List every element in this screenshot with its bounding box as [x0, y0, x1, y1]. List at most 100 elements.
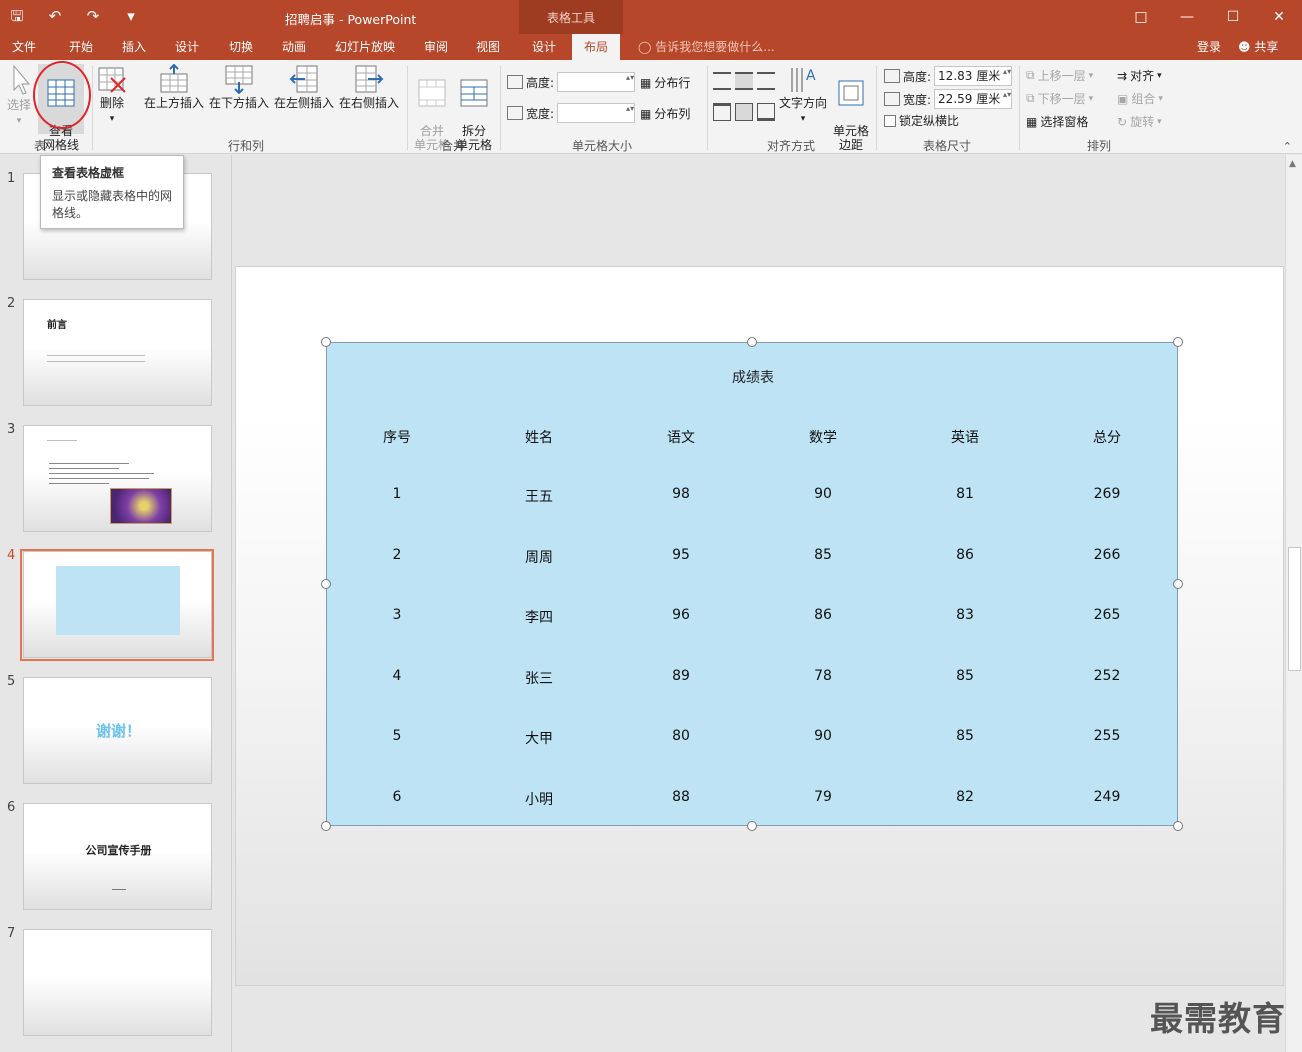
- insert-right-button[interactable]: 在右侧插入: [338, 64, 400, 110]
- table-cell[interactable]: 252: [1067, 668, 1147, 684]
- table-header-cell[interactable]: 姓名: [499, 427, 579, 447]
- table-cell[interactable]: 小明: [499, 789, 579, 809]
- table-cell[interactable]: 5: [357, 728, 437, 744]
- lock-aspect-ratio[interactable]: 锁定纵横比: [884, 112, 959, 129]
- table-cell[interactable]: 90: [783, 486, 863, 502]
- resize-handle-left[interactable]: [321, 579, 331, 589]
- selection-pane-button[interactable]: ▦ 选择窗格: [1026, 113, 1088, 130]
- align-bottom-icon[interactable]: [757, 103, 775, 121]
- slide-thumbnail-2[interactable]: 前言: [23, 299, 212, 406]
- resize-handle-top[interactable]: [747, 337, 757, 347]
- table-header-cell[interactable]: 英语: [925, 427, 1005, 447]
- table-cell[interactable]: 96: [641, 607, 721, 623]
- tab-home[interactable]: 开始: [69, 38, 93, 55]
- table-cell[interactable]: 大甲: [499, 728, 579, 748]
- score-table[interactable]: 成绩表 序号 姓名 语文 数学 英语 总分 1 王五 98 90 81 269 2 周周 95 85 86 266…: [326, 342, 1178, 826]
- share-button[interactable]: ☻ 共享: [1238, 38, 1278, 55]
- align-middle-icon[interactable]: [735, 103, 753, 121]
- resize-handle-right[interactable]: [1173, 579, 1183, 589]
- table-cell[interactable]: 张三: [499, 668, 579, 688]
- table-cell[interactable]: 86: [925, 547, 1005, 563]
- align-button[interactable]: ⇉ 对齐 ▾: [1117, 67, 1162, 84]
- table-cell[interactable]: 81: [925, 486, 1005, 502]
- table-width-input[interactable]: 22.59 厘米: [934, 89, 1013, 109]
- tab-insert[interactable]: 插入: [122, 38, 146, 55]
- scrollbar-thumb[interactable]: [1288, 547, 1301, 671]
- tab-view[interactable]: 视图: [476, 38, 500, 55]
- tab-table-design[interactable]: 设计: [532, 38, 556, 55]
- table-cell[interactable]: 98: [641, 486, 721, 502]
- save-icon[interactable]: 🖫: [6, 6, 28, 26]
- tab-review[interactable]: 审阅: [424, 38, 448, 55]
- table-cell[interactable]: 255: [1067, 728, 1147, 744]
- resize-handle-top-right[interactable]: [1173, 337, 1183, 347]
- tab-table-layout[interactable]: 布局: [572, 34, 621, 60]
- slide-thumbnail-7[interactable]: [23, 929, 212, 1036]
- align-left-icon[interactable]: [713, 72, 731, 90]
- table-header-cell[interactable]: 序号: [357, 427, 437, 447]
- minimize-icon[interactable]: —: [1164, 0, 1210, 34]
- tab-transitions[interactable]: 切换: [229, 38, 253, 55]
- table-header-cell[interactable]: 语文: [641, 427, 721, 447]
- bring-forward-button[interactable]: ⧉ 上移一层 ▾: [1026, 67, 1093, 84]
- cell-margins-button[interactable]: 单元格 边距: [831, 64, 871, 152]
- table-cell[interactable]: 6: [357, 789, 437, 805]
- resize-handle-top-left[interactable]: [321, 337, 331, 347]
- table-cell[interactable]: 李四: [499, 607, 579, 627]
- slide-thumbnail-panel[interactable]: 1 2 前言 3 4 5 谢谢！ 6 公司宣传手册 7: [0, 155, 232, 1052]
- delete-button[interactable]: 删除 ▾: [95, 64, 129, 126]
- table-cell[interactable]: 95: [641, 547, 721, 563]
- insert-below-button[interactable]: 在下方插入: [208, 64, 270, 110]
- resize-handle-bottom-left[interactable]: [321, 821, 331, 831]
- tab-animations[interactable]: 动画: [282, 38, 306, 55]
- table-cell[interactable]: 265: [1067, 607, 1147, 623]
- slide-thumbnail-4[interactable]: [23, 551, 212, 658]
- table-cell[interactable]: 90: [783, 728, 863, 744]
- collapse-ribbon-icon[interactable]: ⌃: [1283, 140, 1292, 153]
- table-cell[interactable]: 79: [783, 789, 863, 805]
- table-cell[interactable]: 80: [641, 728, 721, 744]
- table-cell[interactable]: 82: [925, 789, 1005, 805]
- vertical-scrollbar[interactable]: ▲: [1285, 155, 1302, 1052]
- table-header-cell[interactable]: 总分: [1067, 427, 1147, 447]
- text-direction-button[interactable]: A 文字方向 ▾: [777, 64, 829, 126]
- table-cell[interactable]: 85: [925, 728, 1005, 744]
- table-cell[interactable]: 3: [357, 607, 437, 623]
- resize-handle-bottom[interactable]: [747, 821, 757, 831]
- tab-slideshow[interactable]: 幻灯片放映: [335, 38, 395, 55]
- scroll-up-icon[interactable]: ▲: [1289, 159, 1296, 169]
- table-cell[interactable]: 周周: [499, 547, 579, 567]
- table-header-cell[interactable]: 数学: [783, 427, 863, 447]
- table-cell[interactable]: 269: [1067, 486, 1147, 502]
- table-cell[interactable]: 1: [357, 486, 437, 502]
- table-cell[interactable]: 89: [641, 668, 721, 684]
- table-cell[interactable]: 85: [783, 547, 863, 563]
- slide-thumbnail-3[interactable]: [23, 425, 212, 532]
- align-center-icon[interactable]: [735, 72, 753, 90]
- tab-file[interactable]: 文件: [12, 38, 36, 55]
- distribute-cols-button[interactable]: ▦ 分布列: [640, 105, 690, 122]
- lock-ratio-checkbox[interactable]: [884, 114, 896, 127]
- maximize-icon[interactable]: ☐: [1210, 0, 1256, 34]
- table-cell[interactable]: 249: [1067, 789, 1147, 805]
- table-cell[interactable]: 88: [641, 789, 721, 805]
- table-cell[interactable]: 86: [783, 607, 863, 623]
- table-cell[interactable]: 4: [357, 668, 437, 684]
- undo-icon[interactable]: ↶: [44, 6, 66, 26]
- distribute-rows-button[interactable]: ▦ 分布行: [640, 74, 690, 91]
- cell-height-input[interactable]: [557, 72, 636, 92]
- table-cell[interactable]: 266: [1067, 547, 1147, 563]
- table-cell[interactable]: 王五: [499, 486, 579, 506]
- slide-thumbnail-5[interactable]: 谢谢！: [23, 677, 212, 784]
- rotate-button[interactable]: ↻ 旋转 ▾: [1117, 113, 1162, 130]
- tab-design[interactable]: 设计: [175, 38, 199, 55]
- table-cell[interactable]: 83: [925, 607, 1005, 623]
- table-cell[interactable]: 85: [925, 668, 1005, 684]
- group-button[interactable]: ▣ 组合 ▾: [1117, 90, 1163, 107]
- resize-handle-bottom-right[interactable]: [1173, 821, 1183, 831]
- align-right-icon[interactable]: [757, 72, 775, 90]
- table-cell[interactable]: 2: [357, 547, 437, 563]
- insert-above-button[interactable]: 在上方插入: [143, 64, 205, 110]
- cell-width-input[interactable]: [557, 103, 636, 123]
- login-link[interactable]: 登录: [1197, 38, 1221, 55]
